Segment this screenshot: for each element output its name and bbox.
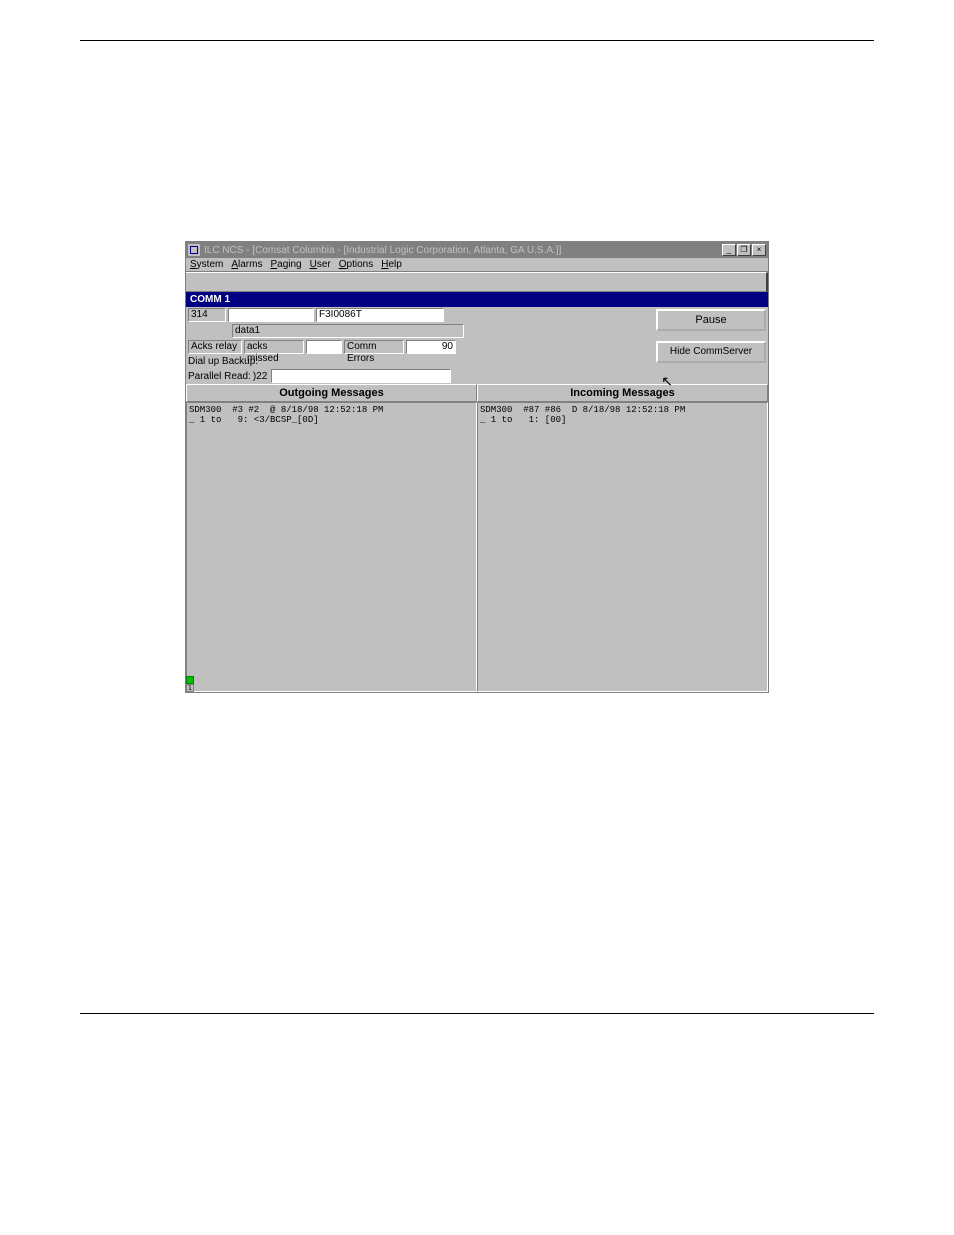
app-window: ILC NCS - [Comsat Columbia - [Industrial… (185, 241, 769, 693)
menu-paging[interactable]: Paging (270, 259, 301, 270)
menu-alarms[interactable]: Alarms (231, 259, 262, 270)
incoming-header: Incoming Messages (477, 384, 768, 402)
parallel-value: )22 (253, 371, 267, 382)
menu-help[interactable]: Help (381, 259, 402, 270)
status-indicator: 1 (186, 676, 196, 692)
hide-commserver-button[interactable]: Hide CommServer (656, 341, 766, 363)
gray-indicator: 1 (186, 684, 194, 692)
toolbar (186, 272, 768, 292)
green-indicator-icon (186, 676, 194, 684)
parallel-field[interactable] (271, 369, 451, 383)
acks-missed-value[interactable] (306, 340, 342, 354)
dialup-label: Dial up Backup: (188, 356, 258, 367)
menu-system[interactable]: System (190, 259, 223, 270)
menu-bar: System Alarms Paging User Options Help (186, 258, 768, 272)
incoming-messages[interactable]: SDM300 #87 #86 D 8/18/98 12:52:18 PM _ 1… (477, 402, 768, 692)
minimize-button[interactable]: _ (722, 244, 736, 256)
field-314: 314 (188, 308, 226, 322)
outgoing-header: Outgoing Messages (186, 384, 477, 402)
comm-header: COMM 1 (186, 292, 768, 307)
app-icon (188, 244, 200, 256)
parallel-label: Parallel Read: (188, 371, 251, 382)
data-field: data1 (232, 324, 464, 338)
acks-relay-label: Acks relay (188, 340, 242, 354)
outgoing-messages[interactable]: SDM300 #3 #2 @ 8/18/98 12:52:18 PM _ 1 t… (186, 402, 477, 692)
comm-errors-value[interactable]: 90 (406, 340, 456, 354)
field-blank[interactable] (228, 308, 314, 322)
title-bar: ILC NCS - [Comsat Columbia - [Industrial… (186, 242, 768, 258)
menu-user[interactable]: User (310, 259, 331, 270)
close-button[interactable]: × (752, 244, 766, 256)
maximize-button[interactable]: ❐ (737, 244, 751, 256)
comm-errors-label: Comm Errors (344, 340, 404, 354)
pause-button[interactable]: Pause (656, 309, 766, 331)
field-code[interactable]: F3I0086T (316, 308, 444, 322)
menu-options[interactable]: Options (339, 259, 373, 270)
acks-missed-label: acks missed (244, 340, 304, 354)
window-title: ILC NCS - [Comsat Columbia - [Industrial… (204, 245, 722, 256)
